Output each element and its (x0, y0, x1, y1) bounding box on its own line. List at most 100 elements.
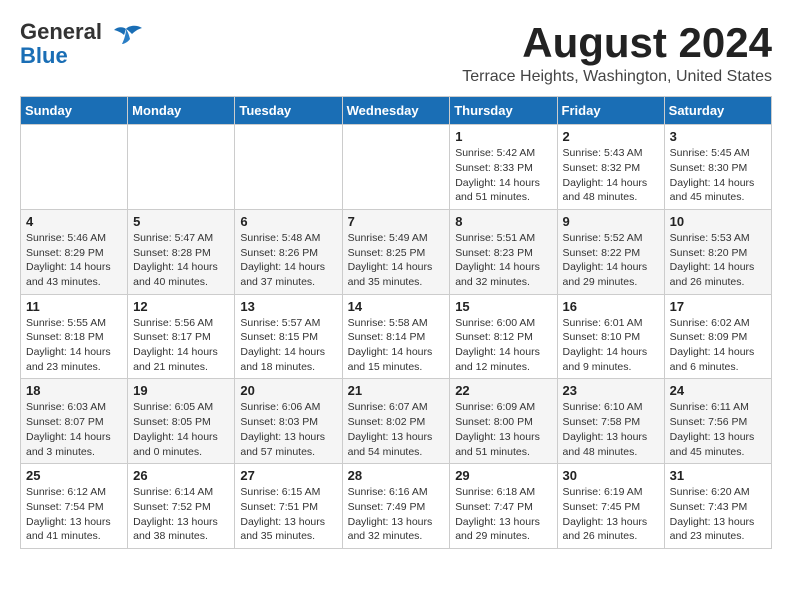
day-info: Sunrise: 5:42 AMSunset: 8:33 PMDaylight:… (455, 146, 551, 205)
day-number: 25 (26, 468, 122, 483)
day-number: 27 (240, 468, 336, 483)
column-header-monday: Monday (128, 97, 235, 125)
calendar-week-1: 1 Sunrise: 5:42 AMSunset: 8:33 PMDaylight… (21, 125, 772, 210)
calendar-week-5: 25 Sunrise: 6:12 AMSunset: 7:54 PMDayligh… (21, 464, 772, 549)
day-info: Sunrise: 6:20 AMSunset: 7:43 PMDaylight:… (670, 485, 766, 544)
calendar-cell: 23Sunrise: 6:10 AMSunset: 7:58 PMDayligh… (557, 379, 664, 464)
day-info: Sunrise: 5:46 AMSunset: 8:29 PMDaylight:… (26, 231, 122, 290)
logo-bird-icon (108, 24, 144, 54)
day-number: 12 (133, 299, 229, 314)
calendar-cell: 4Sunrise: 5:46 AMSunset: 8:29 PMDaylight… (21, 209, 128, 294)
calendar-cell: 5 Sunrise: 5:47 AMSunset: 8:28 PMDaylight… (128, 209, 235, 294)
column-header-wednesday: Wednesday (342, 97, 450, 125)
day-number: 14 (348, 299, 445, 314)
logo: General Blue (20, 20, 144, 68)
calendar-cell (342, 125, 450, 210)
day-info: Sunrise: 5:57 AMSunset: 8:15 PMDaylight:… (240, 316, 336, 375)
day-info: Sunrise: 6:18 AMSunset: 7:47 PMDaylight:… (455, 485, 551, 544)
calendar-cell: 7 Sunrise: 5:49 AMSunset: 8:25 PMDaylight… (342, 209, 450, 294)
day-number: 26 (133, 468, 229, 483)
day-number: 18 (26, 383, 122, 398)
day-number: 29 (455, 468, 551, 483)
logo-general: General (20, 19, 102, 44)
day-info: Sunrise: 5:56 AMSunset: 8:17 PMDaylight:… (133, 316, 229, 375)
day-number: 11 (26, 299, 122, 314)
calendar-week-2: 4Sunrise: 5:46 AMSunset: 8:29 PMDaylight… (21, 209, 772, 294)
day-number: 31 (670, 468, 766, 483)
calendar-cell: 26Sunrise: 6:14 AMSunset: 7:52 PMDayligh… (128, 464, 235, 549)
calendar-cell: 16 Sunrise: 6:01 AMSunset: 8:10 PMDayligh… (557, 294, 664, 379)
calendar-cell: 11 Sunrise: 5:55 AMSunset: 8:18 PMDayligh… (21, 294, 128, 379)
day-info: Sunrise: 5:45 AMSunset: 8:30 PMDaylight:… (670, 146, 766, 205)
title-area: August 2024 Terrace Heights, Washington,… (462, 20, 772, 86)
day-number: 13 (240, 299, 336, 314)
day-info: Sunrise: 5:43 AMSunset: 8:32 PMDaylight:… (563, 146, 659, 205)
day-number: 21 (348, 383, 445, 398)
calendar-cell: 25 Sunrise: 6:12 AMSunset: 7:54 PMDayligh… (21, 464, 128, 549)
calendar-cell: 1 Sunrise: 5:42 AMSunset: 8:33 PMDaylight… (450, 125, 557, 210)
day-info: Sunrise: 6:11 AMSunset: 7:56 PMDaylight:… (670, 400, 766, 459)
calendar-cell: 28Sunrise: 6:16 AMSunset: 7:49 PMDayligh… (342, 464, 450, 549)
calendar-cell: 15 Sunrise: 6:00 AMSunset: 8:12 PMDayligh… (450, 294, 557, 379)
day-info: Sunrise: 5:58 AMSunset: 8:14 PMDaylight:… (348, 316, 445, 375)
calendar-cell: 9 Sunrise: 5:52 AMSunset: 8:22 PMDaylight… (557, 209, 664, 294)
column-header-saturday: Saturday (664, 97, 771, 125)
calendar-cell (128, 125, 235, 210)
day-info: Sunrise: 6:15 AMSunset: 7:51 PMDaylight:… (240, 485, 336, 544)
day-number: 1 (455, 129, 551, 144)
day-info: Sunrise: 6:16 AMSunset: 7:49 PMDaylight:… (348, 485, 445, 544)
day-info: Sunrise: 5:51 AMSunset: 8:23 PMDaylight:… (455, 231, 551, 290)
day-info: Sunrise: 5:53 AMSunset: 8:20 PMDaylight:… (670, 231, 766, 290)
day-number: 10 (670, 214, 766, 229)
day-info: Sunrise: 6:12 AMSunset: 7:54 PMDaylight:… (26, 485, 122, 544)
day-number: 8 (455, 214, 551, 229)
column-header-thursday: Thursday (450, 97, 557, 125)
calendar-cell: 17Sunrise: 6:02 AMSunset: 8:09 PMDayligh… (664, 294, 771, 379)
day-info: Sunrise: 6:00 AMSunset: 8:12 PMDaylight:… (455, 316, 551, 375)
day-number: 7 (348, 214, 445, 229)
column-header-tuesday: Tuesday (235, 97, 342, 125)
calendar-cell: 20 Sunrise: 6:06 AMSunset: 8:03 PMDayligh… (235, 379, 342, 464)
day-number: 6 (240, 214, 336, 229)
calendar-cell: 30Sunrise: 6:19 AMSunset: 7:45 PMDayligh… (557, 464, 664, 549)
calendar-cell: 31 Sunrise: 6:20 AMSunset: 7:43 PMDayligh… (664, 464, 771, 549)
day-info: Sunrise: 5:52 AMSunset: 8:22 PMDaylight:… (563, 231, 659, 290)
day-number: 23 (563, 383, 659, 398)
calendar-cell: 19Sunrise: 6:05 AMSunset: 8:05 PMDayligh… (128, 379, 235, 464)
calendar-cell (235, 125, 342, 210)
calendar-cell (21, 125, 128, 210)
calendar-cell: 24Sunrise: 6:11 AMSunset: 7:56 PMDayligh… (664, 379, 771, 464)
day-number: 9 (563, 214, 659, 229)
day-number: 19 (133, 383, 229, 398)
column-header-friday: Friday (557, 97, 664, 125)
day-info: Sunrise: 5:47 AMSunset: 8:28 PMDaylight:… (133, 231, 229, 290)
day-number: 22 (455, 383, 551, 398)
day-number: 20 (240, 383, 336, 398)
day-info: Sunrise: 6:09 AMSunset: 8:00 PMDaylight:… (455, 400, 551, 459)
day-info: Sunrise: 5:49 AMSunset: 8:25 PMDaylight:… (348, 231, 445, 290)
calendar-cell: 10 Sunrise: 5:53 AMSunset: 8:20 PMDayligh… (664, 209, 771, 294)
calendar-cell: 12 Sunrise: 5:56 AMSunset: 8:17 PMDayligh… (128, 294, 235, 379)
day-info: Sunrise: 6:03 AMSunset: 8:07 PMDaylight:… (26, 400, 122, 459)
page-header: General Blue August 2024 Terrace Heights… (20, 20, 772, 86)
day-number: 15 (455, 299, 551, 314)
calendar-week-3: 11 Sunrise: 5:55 AMSunset: 8:18 PMDayligh… (21, 294, 772, 379)
day-info: Sunrise: 6:01 AMSunset: 8:10 PMDaylight:… (563, 316, 659, 375)
day-number: 2 (563, 129, 659, 144)
day-number: 17 (670, 299, 766, 314)
calendar-cell: 8 Sunrise: 5:51 AMSunset: 8:23 PMDaylight… (450, 209, 557, 294)
column-header-sunday: Sunday (21, 97, 128, 125)
day-info: Sunrise: 5:48 AMSunset: 8:26 PMDaylight:… (240, 231, 336, 290)
month-title: August 2024 (462, 20, 772, 66)
logo-text: General Blue (20, 20, 102, 68)
calendar-week-4: 18 Sunrise: 6:03 AMSunset: 8:07 PMDayligh… (21, 379, 772, 464)
day-info: Sunrise: 6:19 AMSunset: 7:45 PMDaylight:… (563, 485, 659, 544)
location: Terrace Heights, Washington, United Stat… (462, 68, 772, 86)
day-number: 16 (563, 299, 659, 314)
calendar-cell: 6 Sunrise: 5:48 AMSunset: 8:26 PMDaylight… (235, 209, 342, 294)
day-info: Sunrise: 6:06 AMSunset: 8:03 PMDaylight:… (240, 400, 336, 459)
day-number: 5 (133, 214, 229, 229)
calendar-cell: 13 Sunrise: 5:57 AMSunset: 8:15 PMDayligh… (235, 294, 342, 379)
day-info: Sunrise: 5:55 AMSunset: 8:18 PMDaylight:… (26, 316, 122, 375)
calendar-cell: 29 Sunrise: 6:18 AMSunset: 7:47 PMDayligh… (450, 464, 557, 549)
